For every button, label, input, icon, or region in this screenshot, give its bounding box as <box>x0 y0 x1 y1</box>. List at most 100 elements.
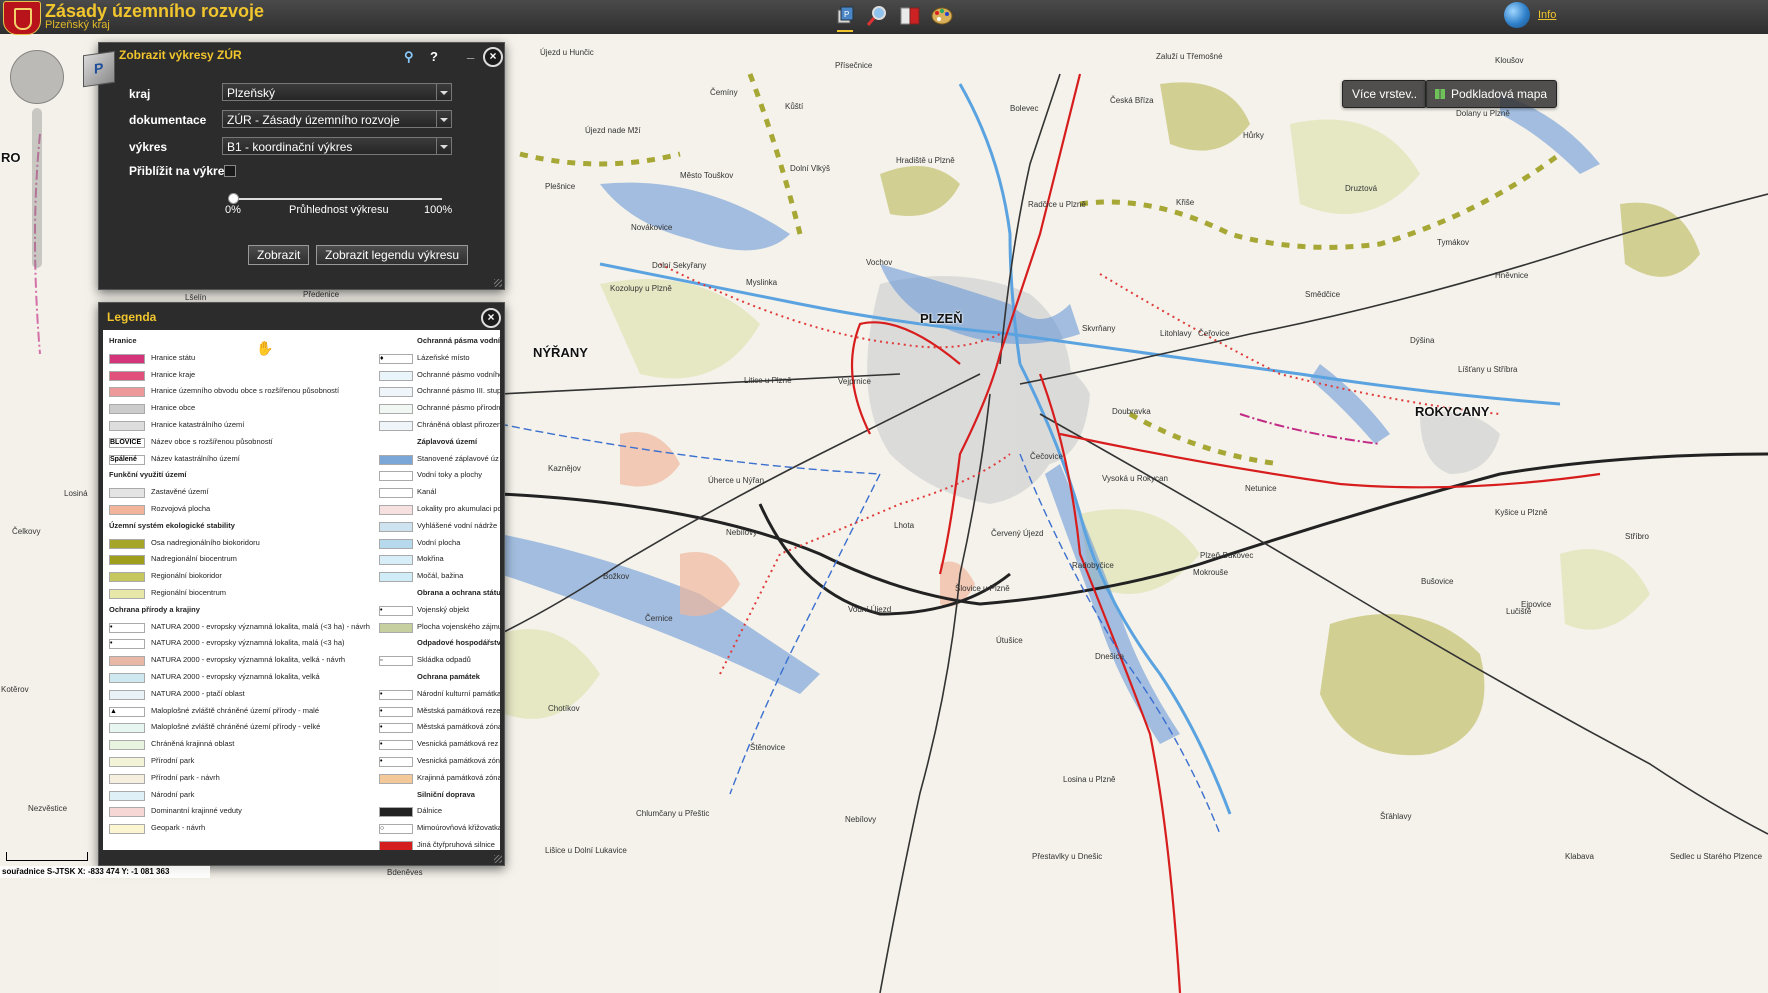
map-place-label: Kůští <box>785 102 804 111</box>
legend-text: NATURA 2000 - evropsky významná lokalita… <box>151 672 320 681</box>
legend-swatch: ♦ <box>379 353 413 364</box>
close-icon[interactable]: × <box>483 47 503 67</box>
map-place-label: Skvrňany <box>1082 324 1116 333</box>
dokumentace-label: dokumentace <box>129 113 207 127</box>
palette-icon[interactable] <box>930 4 954 28</box>
base-map-button[interactable]: Podkladová mapa <box>1425 80 1558 108</box>
app-header: Zásady územního rozvoje Plzeňský kraj P … <box>0 0 1768 35</box>
map-place-label: Kotěrov <box>1 685 29 694</box>
legend-text: Odpadové hospodářství <box>417 638 500 648</box>
book-icon[interactable] <box>898 4 922 28</box>
pin-icon[interactable]: ⚲ <box>404 49 414 65</box>
map-place-label: Lhota <box>894 521 915 530</box>
coords-label: souřadnice S-JTSK <box>2 867 76 876</box>
show-legend-button[interactable]: Zobrazit legendu výkresu <box>316 245 469 265</box>
map-place-label: Druztová <box>1345 184 1378 193</box>
more-layers-button[interactable]: Více vrstev.. <box>1342 80 1428 108</box>
map-place-label: Dnešice <box>1095 652 1124 661</box>
legend-swatch <box>109 773 145 784</box>
transparency-slider-handle[interactable] <box>228 193 239 204</box>
legend-text: Městská památková zóna <box>417 722 500 732</box>
map-place-label: Zaluží u Třemošné <box>1156 52 1223 61</box>
map-place-label: Nebílovy <box>845 815 877 824</box>
legend-text: Vesnická památková zóna <box>417 756 500 765</box>
help-button[interactable]: ? <box>430 49 438 64</box>
x-value: -833 474 <box>87 867 120 876</box>
resize-handle[interactable] <box>494 279 502 287</box>
legend-text: Hranice <box>109 336 137 345</box>
search-icon[interactable] <box>865 4 889 28</box>
map-place-label: Bušovice <box>1421 577 1454 586</box>
map-place-label: Dolní Vlkýš <box>790 164 831 173</box>
legend-swatch <box>109 370 145 381</box>
info-link[interactable]: Info <box>1538 9 1556 21</box>
transparency-slider-track[interactable] <box>232 198 442 200</box>
legend-text: Krajinná památková zóna <box>417 772 500 782</box>
dialog-title: Zobrazit výkresy ZÚR <box>119 48 242 62</box>
globe-icon[interactable] <box>1504 2 1530 28</box>
legend-swatch <box>109 740 145 751</box>
resize-handle[interactable] <box>494 855 502 863</box>
hand-cursor-icon: ✋ <box>256 340 274 356</box>
legend-text: Obrana a ochrana státu <box>417 588 500 597</box>
map-place-label: Chlumčany u Přeštic <box>636 809 710 818</box>
legend-swatch <box>109 387 145 398</box>
legend-text: Maloplošné zvláště chráněné území přírod… <box>151 705 319 715</box>
zoom-slider[interactable] <box>32 108 42 268</box>
legend-text: NATURA 2000 - evropsky významná lokalita… <box>151 621 370 631</box>
legend-text: Národní park <box>151 789 195 799</box>
dokumentace-select[interactable]: ZÚR - Zásady územního rozvoje <box>222 110 452 128</box>
legend-text: Dominantní krajinné veduty <box>151 806 242 816</box>
legend-swatch <box>109 505 145 515</box>
zoom-to-drawing-label: Přiblížit na výkres <box>129 164 232 178</box>
map-place-label: Stříbro <box>1625 532 1650 541</box>
map-place-label: Vysoká u Rokycan <box>1102 474 1168 483</box>
legend-swatch <box>109 421 145 431</box>
legend-text: Vojenský objekt <box>417 604 470 614</box>
vykres-select[interactable]: B1 - koordinační výkres <box>222 137 452 155</box>
legend-swatch <box>109 404 145 415</box>
map-place-label: Přísečnice <box>835 61 873 70</box>
slider-max-label: 100% <box>424 204 453 216</box>
map-city-label: RO <box>1 150 21 165</box>
legend-body[interactable]: Hranice Hranice státu Hranice kraje Hranice… <box>103 330 500 850</box>
legend-text: Rozvojová plocha <box>151 504 211 513</box>
legend-title: Legenda <box>107 310 157 324</box>
app-subtitle: Plzeňský kraj <box>45 19 110 31</box>
legend-text: Městská památková rezer <box>417 705 500 715</box>
legend-text: Název obce s rozšířenou působností <box>151 436 273 446</box>
map-place-label: Úherce u Nýřan <box>708 476 765 485</box>
legend-text: Hranice územního obvodu obce s rozšířeno… <box>151 386 340 396</box>
map-place-label: Chotíkov <box>548 704 580 713</box>
legend-swatch <box>379 471 413 482</box>
legend-text: Chráněná krajinná oblast <box>151 739 235 749</box>
map-place-label: Litohlavy <box>1160 329 1192 338</box>
close-icon[interactable]: × <box>481 308 501 328</box>
base-map-label: Podkladová mapa <box>1451 87 1548 101</box>
legend-text: Národní kulturní památka <box>417 688 500 698</box>
map-place-label: Kyšice u Plzně <box>1495 508 1548 517</box>
map-place-label: Lšelín <box>185 293 207 302</box>
legend-text: Dálnice <box>417 806 443 816</box>
legend-text: Ochranná pásma vodních zdrojů <box>417 336 500 345</box>
zoom-to-drawing-checkbox[interactable] <box>224 165 236 177</box>
chevron-down-icon[interactable] <box>436 84 451 100</box>
coordinates-readout: souřadnice S-JTSK X: -833 474 Y: -1 081 … <box>2 867 169 876</box>
kraj-select[interactable]: Plzeňský <box>222 83 452 101</box>
minimize-icon[interactable]: _ <box>467 45 474 60</box>
legend-swatch <box>379 404 413 415</box>
map-place-label: Nezvěstice <box>28 804 68 813</box>
legend-swatch: • <box>379 605 413 616</box>
x-label: X: <box>77 867 86 876</box>
map-place-label: Plzeň-Bukovec <box>1200 551 1254 560</box>
map-city-label: ROKYCANY <box>1415 404 1490 419</box>
map-place-label: Božkov <box>603 572 630 581</box>
legend-swatch <box>109 790 145 801</box>
legend-swatch <box>109 572 145 583</box>
legend-swatch <box>379 841 413 850</box>
chevron-down-icon[interactable] <box>436 138 451 154</box>
pan-control[interactable] <box>10 50 64 104</box>
chevron-down-icon[interactable] <box>436 111 451 127</box>
tema-icon[interactable]: P <box>833 4 857 32</box>
show-button[interactable]: Zobrazit <box>248 245 310 265</box>
